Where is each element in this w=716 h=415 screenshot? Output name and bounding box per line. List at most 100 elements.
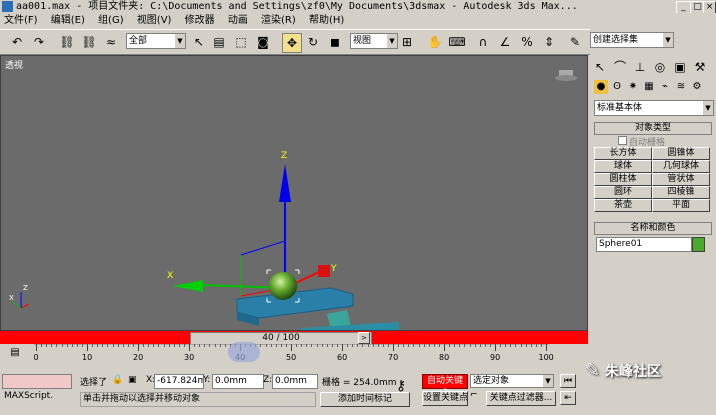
ruler-minor-tick [428, 344, 430, 347]
bind-spacewarp-icon[interactable]: ≈ [102, 33, 120, 51]
menu-rendering[interactable]: 渲染(R) [261, 15, 296, 26]
torus-button[interactable]: 圆环 [594, 186, 652, 199]
lights-icon[interactable]: ✷ [626, 80, 640, 94]
helpers-icon[interactable]: ⌁ [658, 80, 672, 94]
maxscript-label[interactable]: MAXScript. [4, 391, 53, 401]
ruler-minor-tick [168, 344, 170, 347]
add-time-tag-button[interactable]: 添加时间标记 [320, 392, 410, 407]
pyramid-button[interactable]: 四棱锥 [652, 186, 710, 199]
x-coord-field[interactable]: -617.824m [154, 374, 204, 389]
curve-editor-icon[interactable]: ▤ [8, 346, 22, 360]
next-frame-button[interactable]: > [358, 332, 370, 344]
ruler-minor-tick [66, 344, 68, 347]
undo-icon[interactable]: ↶ [8, 33, 26, 51]
cone-button[interactable]: 圆锥体 [652, 147, 710, 160]
select-scale-icon[interactable]: ◼ [326, 33, 344, 51]
geometry-icon[interactable]: ● [594, 80, 608, 94]
cameras-icon[interactable]: ▦ [642, 80, 656, 94]
spinner-snap-icon[interactable]: ⇕ [540, 33, 558, 51]
menu-view[interactable]: 视图(V) [137, 15, 172, 26]
systems-icon[interactable]: ⚙ [690, 80, 704, 94]
select-by-name-icon[interactable]: ▤ [210, 33, 228, 51]
sphere-object[interactable] [269, 272, 297, 300]
pivot-center-icon[interactable]: ⊞ [398, 33, 416, 51]
manipulate-icon[interactable]: ✋ [426, 33, 444, 51]
key-icon[interactable]: ⚷ [396, 378, 406, 394]
modify-tab-icon[interactable]: ⌒ [612, 58, 628, 74]
name-color-title: 名称和颜色 [630, 223, 676, 233]
name-color-rollout-header[interactable]: 名称和颜色 [594, 222, 712, 235]
y-coord-field[interactable]: 0.0mm [212, 374, 264, 389]
time-cursor[interactable] [228, 342, 260, 362]
ruler-minor-tick [107, 344, 109, 347]
geosphere-button[interactable]: 几何球体 [652, 160, 710, 173]
ruler-minor-tick [316, 344, 318, 347]
maxscript-listener-mini[interactable] [2, 374, 72, 389]
angle-snap-icon[interactable]: ∠ [496, 33, 514, 51]
display-tab-icon[interactable]: ▣ [672, 58, 688, 74]
y-arrow-cone[interactable] [318, 265, 330, 277]
select-link-icon[interactable]: ⛓ [58, 33, 76, 51]
absolute-mode-icon[interactable]: ▣ [128, 375, 137, 385]
ruler-minor-tick [464, 344, 466, 347]
x-arrow-cone[interactable] [173, 280, 203, 292]
menu-help[interactable]: 帮助(H) [309, 15, 344, 26]
ruler-tick-label: 60 [337, 353, 348, 362]
redo-icon[interactable]: ↷ [30, 33, 48, 51]
key-filter-icon[interactable]: ⌐ [470, 390, 478, 400]
object-type-rollout-header[interactable]: 对象类型 [594, 122, 712, 135]
sphere-button[interactable]: 球体 [594, 160, 652, 173]
ref-coord-dropdown[interactable]: 视图 ▼ [350, 33, 398, 49]
ruler-tick-label: 30 [184, 353, 195, 362]
menu-file[interactable]: 文件(F) [4, 15, 38, 26]
perspective-viewport[interactable]: 透视 Z X Y Z X [0, 55, 588, 331]
select-rotate-icon[interactable]: ↻ [304, 33, 322, 51]
ruler-minor-tick [479, 344, 481, 347]
z-arrow-cone[interactable] [279, 164, 291, 202]
goto-start-icon[interactable]: ⏮ [560, 374, 576, 388]
motion-tab-icon[interactable]: ◎ [652, 58, 668, 74]
percent-snap-icon[interactable]: % [518, 33, 536, 51]
selection-filter-dropdown[interactable]: 全部 ▼ [126, 33, 186, 49]
key-mode-dropdown[interactable]: 选定对象 ▼ [470, 374, 554, 388]
edit-named-selection-icon[interactable]: ✎ [566, 33, 584, 51]
snap-toggle-icon[interactable]: ∩ [474, 33, 492, 51]
menu-group[interactable]: 组(G) [98, 15, 124, 26]
hierarchy-tab-icon[interactable]: ⊥ [632, 58, 648, 74]
timeline-ruler[interactable]: ▤ 0102030405060708090100 [0, 342, 588, 366]
shapes-icon[interactable]: ʘ [610, 80, 624, 94]
object-color-swatch[interactable] [692, 237, 705, 252]
select-object-icon[interactable]: ↖ [190, 33, 208, 51]
ruler-minor-tick [489, 344, 491, 347]
spacewarps-icon[interactable]: ≋ [674, 80, 688, 94]
category-dropdown[interactable]: 标准基本体 ▼ [594, 100, 714, 116]
tube-button[interactable]: 管状体 [652, 173, 710, 186]
plane-button[interactable]: 平面 [652, 199, 710, 212]
object-type-title: 对象类型 [634, 123, 671, 133]
ruler-minor-tick [433, 344, 435, 347]
object-name-field[interactable]: Sphere01 [596, 237, 692, 252]
menu-modifiers[interactable]: 修改器 [185, 15, 215, 26]
key-filters-button[interactable]: 关键点过滤器... [486, 391, 556, 406]
utilities-tab-icon[interactable]: ⚒ [692, 58, 708, 74]
cylinder-button[interactable]: 圆柱体 [594, 173, 652, 186]
z-coord-field[interactable]: 0.0mm [272, 374, 318, 389]
named-selection-dropdown[interactable]: 创建选择集 ▼ [590, 32, 674, 48]
unlink-icon[interactable]: ⛓ [80, 33, 98, 51]
lock-icon[interactable]: 🔒 [112, 375, 123, 385]
set-key-button[interactable]: 设置关键点 [422, 391, 468, 406]
autogrid-box[interactable] [618, 136, 627, 145]
select-move-icon[interactable]: ✥ [282, 33, 302, 53]
ruler-minor-tick [301, 344, 303, 347]
menu-edit[interactable]: 编辑(E) [51, 15, 85, 26]
box-button[interactable]: 长方体 [594, 147, 652, 160]
menu-animation[interactable]: 动画 [228, 15, 248, 26]
auto-key-button[interactable]: 自动关键点 [422, 374, 468, 399]
ruler-minor-tick [194, 344, 196, 347]
teapot-button[interactable]: 茶壶 [594, 199, 652, 212]
create-tab-icon[interactable]: ↖ [592, 58, 608, 74]
key-mode-toggle-icon[interactable]: ⇤ [560, 391, 576, 405]
window-crossing-icon[interactable]: ◙ [254, 33, 272, 51]
rect-selection-icon[interactable]: ⬚ [232, 33, 250, 51]
keyboard-shortcut-icon[interactable]: ⌨ [448, 33, 466, 51]
